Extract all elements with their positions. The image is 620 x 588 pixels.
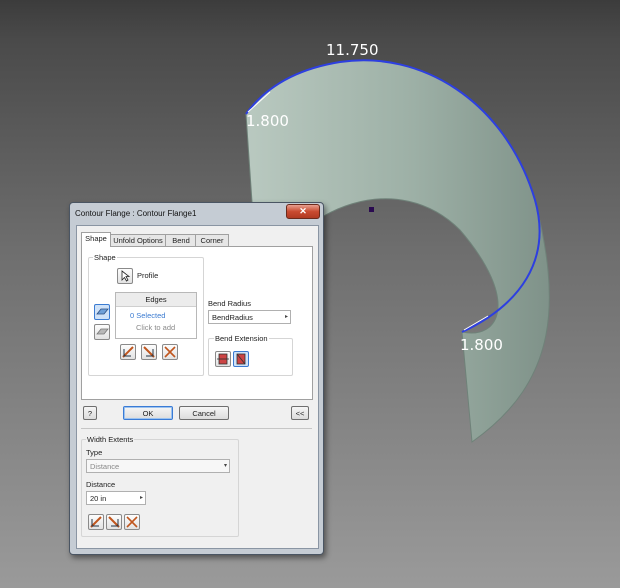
- shape-group: Shape Profile Edges 0 Selected Click to …: [88, 253, 204, 376]
- loop-mode-icon: [96, 328, 109, 335]
- chevron-right-icon: ▸: [139, 495, 143, 501]
- flip-side-2-button[interactable]: [141, 344, 157, 360]
- dialog-title: Contour Flange : Contour Flange1: [75, 209, 197, 218]
- help-button[interactable]: ?: [83, 406, 97, 420]
- bend-radius-dropdown[interactable]: BendRadius ▸: [208, 310, 291, 324]
- divider: [81, 428, 312, 429]
- bend-extension-2-button[interactable]: [233, 351, 249, 367]
- flip-side-2-icon: [143, 346, 155, 358]
- edge-mode-button[interactable]: [94, 304, 110, 320]
- width-extents-label: Width Extents: [86, 435, 135, 444]
- symmetric-icon: [126, 516, 138, 528]
- chevron-down-icon: ▾: [223, 463, 227, 469]
- loop-mode-button[interactable]: [94, 324, 110, 340]
- edge-mode-icon: [96, 308, 109, 315]
- flip-side-1-button[interactable]: [120, 344, 136, 360]
- ok-button[interactable]: OK: [123, 406, 173, 420]
- distance-label: Distance: [86, 480, 116, 489]
- contour-flange-dialog: Contour Flange : Contour Flange1 ✕ Shape…: [69, 202, 324, 555]
- edges-header: Edges: [116, 293, 196, 307]
- width-flip-2-button[interactable]: [106, 514, 122, 530]
- type-value: Distance: [90, 462, 120, 471]
- center-point-marker: [369, 207, 374, 212]
- symmetric-button[interactable]: [162, 344, 178, 360]
- tab-shape[interactable]: Shape: [81, 232, 111, 247]
- profile-cursor-icon: [121, 270, 131, 282]
- edges-selected-count: 0 Selected: [130, 311, 166, 320]
- distance-value: 20 in: [90, 494, 107, 503]
- dimension-left-height[interactable]: 1.800: [246, 112, 289, 130]
- bend-radius-label: Bend Radius: [208, 299, 251, 308]
- dimension-right-leader: [463, 315, 489, 331]
- bend-extension-1-icon: [217, 353, 229, 365]
- type-dropdown[interactable]: Distance ▾: [86, 459, 230, 473]
- symmetric-icon: [164, 346, 176, 358]
- chevron-right-icon: ▸: [284, 314, 288, 320]
- profile-label: Profile: [137, 271, 159, 280]
- distance-input[interactable]: 20 in ▸: [86, 491, 146, 505]
- width-flip-1-button[interactable]: [88, 514, 104, 530]
- bend-extension-1-button[interactable]: [215, 351, 231, 367]
- edges-selection-box[interactable]: Edges 0 Selected Click to add: [115, 292, 197, 339]
- bend-extension-group: Bend Extension: [208, 334, 293, 376]
- flip-side-2-icon: [108, 516, 120, 528]
- cancel-button[interactable]: Cancel: [179, 406, 229, 420]
- dialog-titlebar[interactable]: Contour Flange : Contour Flange1 ✕: [70, 203, 323, 223]
- type-label: Type: [86, 448, 103, 457]
- dimension-arc-length[interactable]: 11.750: [326, 41, 379, 59]
- bend-radius-value: BendRadius: [212, 313, 253, 322]
- collapse-button[interactable]: <<: [291, 406, 309, 420]
- flip-side-1-icon: [122, 346, 134, 358]
- flip-side-1-icon: [90, 516, 102, 528]
- profile-button[interactable]: [117, 268, 133, 284]
- bend-extension-label: Bend Extension: [214, 334, 269, 343]
- dimension-right-height[interactable]: 1.800: [460, 336, 503, 354]
- bend-extension-2-icon: [236, 353, 246, 365]
- close-button[interactable]: ✕: [286, 204, 320, 219]
- width-extents-group: Width Extents Type Distance ▾ Distance 2…: [81, 435, 239, 537]
- shape-tab-panel: Shape Profile Edges 0 Selected Click to …: [81, 246, 313, 400]
- shape-group-label: Shape: [93, 253, 117, 262]
- dialog-client: Shape Unfold Options Bend Corner Shape P…: [76, 225, 319, 549]
- width-symmetric-button[interactable]: [124, 514, 140, 530]
- edges-hint: Click to add: [136, 323, 176, 332]
